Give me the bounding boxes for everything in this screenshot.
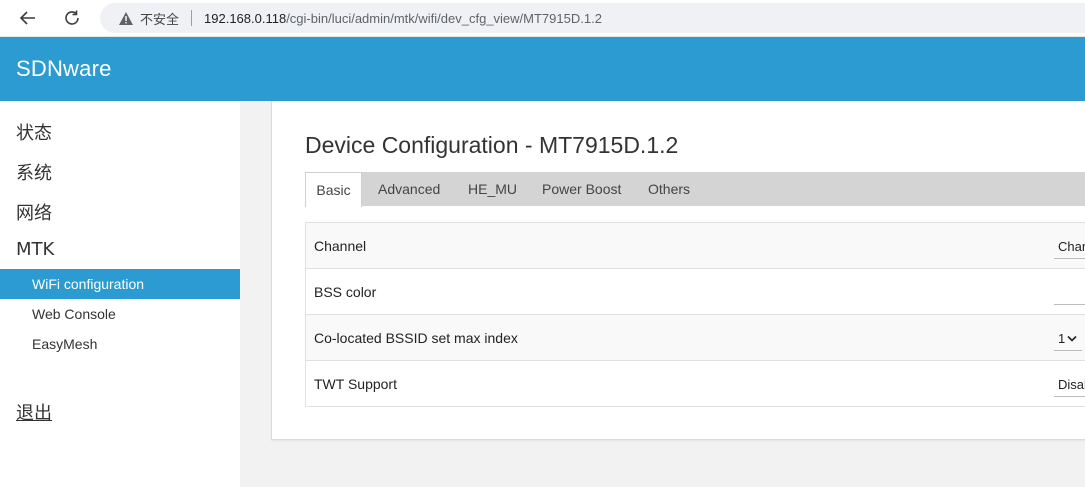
sidebar-item-system[interactable]: 系统 [16,159,52,185]
insecure-label[interactable]: 不安全 [140,9,179,28]
sidebar-item-wifi-configuration[interactable]: WiFi configuration [0,269,240,299]
sidebar-item-status[interactable]: 状态 [16,119,52,145]
bssid-max-index-value: 1 [1058,331,1066,346]
logout-link[interactable]: 退出 [16,399,52,425]
sidebar-item-web-console[interactable]: Web Console [0,299,240,329]
address-divider [191,10,193,26]
tab-bar: Basic Advanced HE_MU Power Boost Others [305,172,1085,207]
twt-support-label: TWT Support [314,376,397,392]
table-row: BSS color [305,269,1085,315]
chevron-down-icon [1067,335,1077,342]
sidebar-item-mtk[interactable]: MTK [16,239,54,260]
table-row: Co-located BSSID set max index 1 [305,315,1085,361]
table-row: TWT Support Disab [305,361,1085,407]
bssid-max-index-label: Co-located BSSID set max index [314,330,518,346]
sidebar-item-network[interactable]: 网络 [16,199,52,225]
browser-toolbar: 不安全 192.168.0.118/cgi-bin/luci/admin/mtk… [0,0,1085,37]
channel-select[interactable]: Chan [1054,235,1085,259]
twt-support-select[interactable]: Disab [1054,373,1085,397]
app-header: SDNware [0,37,1085,101]
bss-color-label: BSS color [314,284,377,300]
channel-label: Channel [314,238,367,254]
reload-icon[interactable] [58,5,86,31]
url-text[interactable]: 192.168.0.118/cgi-bin/luci/admin/mtk/wif… [204,11,602,26]
bssid-max-index-select[interactable]: 1 [1054,327,1082,351]
url-host: 192.168.0.118 [204,10,287,26]
back-icon[interactable] [14,5,42,31]
tab-advanced[interactable]: Advanced [378,172,440,206]
tab-others[interactable]: Others [648,172,690,206]
url-path: /cgi-bin/luci/admin/mtk/wifi/dev_cfg_vie… [286,10,602,26]
config-table: Channel Chan BSS color Co-located BSSID … [305,222,1085,407]
tab-basic[interactable]: Basic [305,172,362,207]
page-title: Device Configuration - MT7915D.1.2 [305,132,679,158]
sidebar: 状态 系统 网络 MTK WiFi configuration Web Cons… [0,101,240,487]
table-row: Channel Chan [305,223,1085,269]
main-content: Device Configuration - MT7915D.1.2 Basic… [240,101,1085,487]
bss-color-input[interactable] [1054,281,1085,305]
warning-icon[interactable] [118,10,134,26]
tab-power-boost[interactable]: Power Boost [542,172,621,206]
tab-he-mu[interactable]: HE_MU [468,172,517,206]
address-bar[interactable]: 不安全 192.168.0.118/cgi-bin/luci/admin/mtk… [100,3,1085,33]
brand-logo[interactable]: SDNware [16,56,112,82]
config-card: Device Configuration - MT7915D.1.2 Basic… [271,101,1085,440]
sidebar-item-easymesh[interactable]: EasyMesh [0,329,240,359]
